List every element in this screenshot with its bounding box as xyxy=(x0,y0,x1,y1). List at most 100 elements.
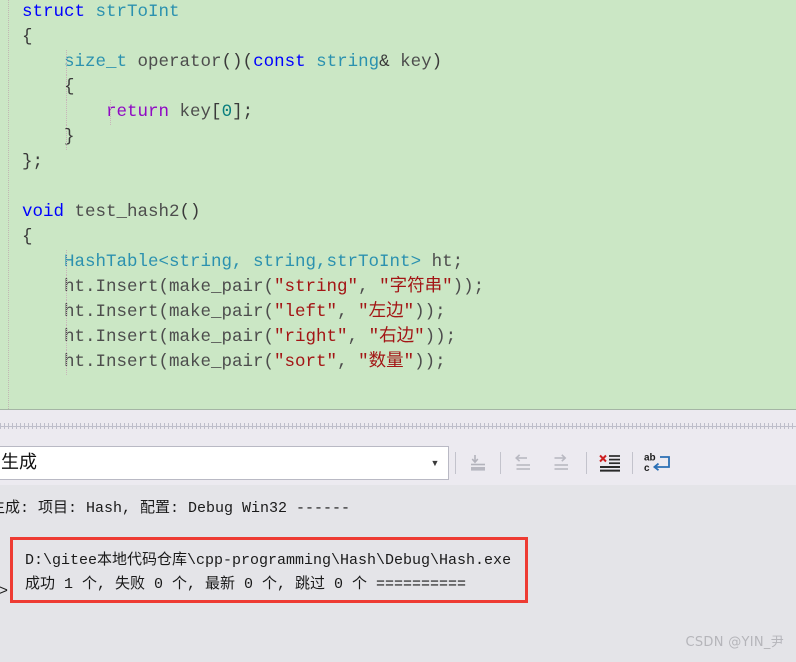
toolbar-separator-1 xyxy=(455,452,456,474)
go-to-message-icon[interactable] xyxy=(465,449,495,477)
code-line: void test_hash2() xyxy=(0,200,796,225)
code-token: , xyxy=(347,327,369,347)
indent-guide xyxy=(66,75,67,100)
watermark: CSDN @YIN_尹 xyxy=(685,635,784,650)
code-token: ht.Insert(make_pair( xyxy=(22,277,275,297)
code-token: key xyxy=(169,102,212,122)
code-token: )); xyxy=(414,302,446,322)
code-line: } xyxy=(0,125,796,150)
toolbar-separator-2 xyxy=(500,452,501,474)
code-token: void xyxy=(22,202,75,222)
output-toolbar: 生成 ▼ ab c xyxy=(0,441,796,485)
code-token: operator xyxy=(127,52,222,72)
code-token: ht; xyxy=(421,252,464,272)
code-token: ht.Insert(make_pair( xyxy=(22,327,275,347)
clear-all-icon[interactable] xyxy=(596,449,626,477)
toggle-word-wrap-icon[interactable]: ab c xyxy=(642,449,676,477)
svg-text:ab: ab xyxy=(644,453,656,464)
code-token: & xyxy=(379,52,401,72)
highlighted-exe-path: D:\gitee本地代码仓库\cpp-programming\Hash\Debu… xyxy=(25,552,512,569)
code-token: )); xyxy=(414,352,446,372)
code-token: size_t xyxy=(22,52,128,72)
code-token: string xyxy=(316,52,380,72)
word-wrap-glyph: ab c xyxy=(644,453,670,474)
toolbar-separator-4 xyxy=(632,452,633,474)
indent-guide xyxy=(66,275,67,300)
code-token: () xyxy=(179,202,201,222)
code-token: struct xyxy=(22,2,96,22)
next-message-glyph xyxy=(554,454,568,470)
code-token: key xyxy=(400,52,432,72)
code-line: return key[0]; xyxy=(0,100,796,125)
line-prefix-arrow: -> xyxy=(0,583,9,600)
indent-guide xyxy=(66,325,67,350)
code-token: }; xyxy=(22,152,44,172)
go-to-message-glyph xyxy=(471,455,485,471)
code-line: size_t operator()(const string& key) xyxy=(0,50,796,75)
code-token: )); xyxy=(452,277,485,297)
code-token: "左边" xyxy=(358,302,415,322)
code-line: { xyxy=(0,225,796,250)
horizontal-splitter[interactable] xyxy=(0,409,796,442)
code-token: ]; xyxy=(232,102,254,122)
code-token: ()( xyxy=(221,52,254,72)
code-editor[interactable]: struct strToInt{ size_t operator()(const… xyxy=(0,0,796,409)
code-line: ht.Insert(make_pair("sort", "数量")); xyxy=(0,350,796,375)
code-line: { xyxy=(0,75,796,100)
code-token: { xyxy=(22,27,33,47)
code-token: "字符串" xyxy=(379,277,453,297)
red-annotation-box: D:\gitee本地代码仓库\cpp-programming\Hash\Debu… xyxy=(10,537,528,603)
code-token: "string" xyxy=(274,277,359,297)
code-line: ht.Insert(make_pair("left", "左边")); xyxy=(0,300,796,325)
code-token: { xyxy=(22,227,33,247)
indent-guide xyxy=(66,50,67,75)
svg-text:c: c xyxy=(644,463,650,474)
indent-guide xyxy=(66,300,67,325)
code-token: , xyxy=(337,352,359,372)
indent-guide xyxy=(66,350,67,375)
code-token: "数量" xyxy=(358,352,415,372)
code-text[interactable]: struct strToInt{ size_t operator()(const… xyxy=(0,0,796,375)
clear-all-glyph xyxy=(599,454,620,472)
code-token: ht.Insert(make_pair( xyxy=(22,302,275,322)
code-token: , xyxy=(337,302,359,322)
code-token: )); xyxy=(424,327,457,347)
code-token: ht.Insert(make_pair( xyxy=(22,352,275,372)
code-token: "left" xyxy=(274,302,338,322)
next-message-icon[interactable] xyxy=(548,449,578,477)
code-token: const xyxy=(253,52,306,72)
code-line: struct strToInt xyxy=(0,0,796,25)
highlighted-build-summary: 成功 1 个, 失败 0 个, 最新 0 个, 跳过 0 个 =========… xyxy=(25,576,467,593)
code-token: strToInt xyxy=(95,2,180,22)
code-line: HashTable<string, string,strToInt> ht; xyxy=(0,250,796,275)
code-line: ht.Insert(make_pair("right", "右边")); xyxy=(0,325,796,350)
indent-guide xyxy=(66,125,67,150)
code-token: 0 xyxy=(221,102,233,122)
code-token: "right" xyxy=(274,327,348,347)
code-token: return xyxy=(22,102,170,122)
indent-guide xyxy=(110,100,111,125)
code-token: ) xyxy=(431,52,443,72)
indent-guide xyxy=(66,100,67,125)
splitter-grip[interactable] xyxy=(0,423,796,429)
code-line: { xyxy=(0,25,796,50)
visual-studio-window: struct strToInt{ size_t operator()(const… xyxy=(0,0,796,662)
code-token: [ xyxy=(211,102,222,122)
code-line: ht.Insert(make_pair("string", "字符串")); xyxy=(0,275,796,300)
build-header-line: 生成: 项目: Hash, 配置: Debug Win32 ------ xyxy=(0,500,351,517)
chevron-down-icon[interactable]: ▼ xyxy=(422,458,448,468)
code-token: HashTable<string, string,strToInt> xyxy=(22,252,422,272)
toolbar-separator-3 xyxy=(586,452,587,474)
code-token: test_hash2 xyxy=(74,202,180,222)
code-line: }; xyxy=(0,150,796,175)
output-source-value: 生成 xyxy=(1,452,37,473)
code-token: "右边" xyxy=(368,327,425,347)
previous-message-icon[interactable] xyxy=(510,449,540,477)
previous-message-glyph xyxy=(515,454,530,470)
indent-guide xyxy=(66,250,67,275)
code-token: , xyxy=(358,277,380,297)
output-source-combobox[interactable]: 生成 ▼ xyxy=(0,446,449,480)
code-token: "sort" xyxy=(274,352,338,372)
